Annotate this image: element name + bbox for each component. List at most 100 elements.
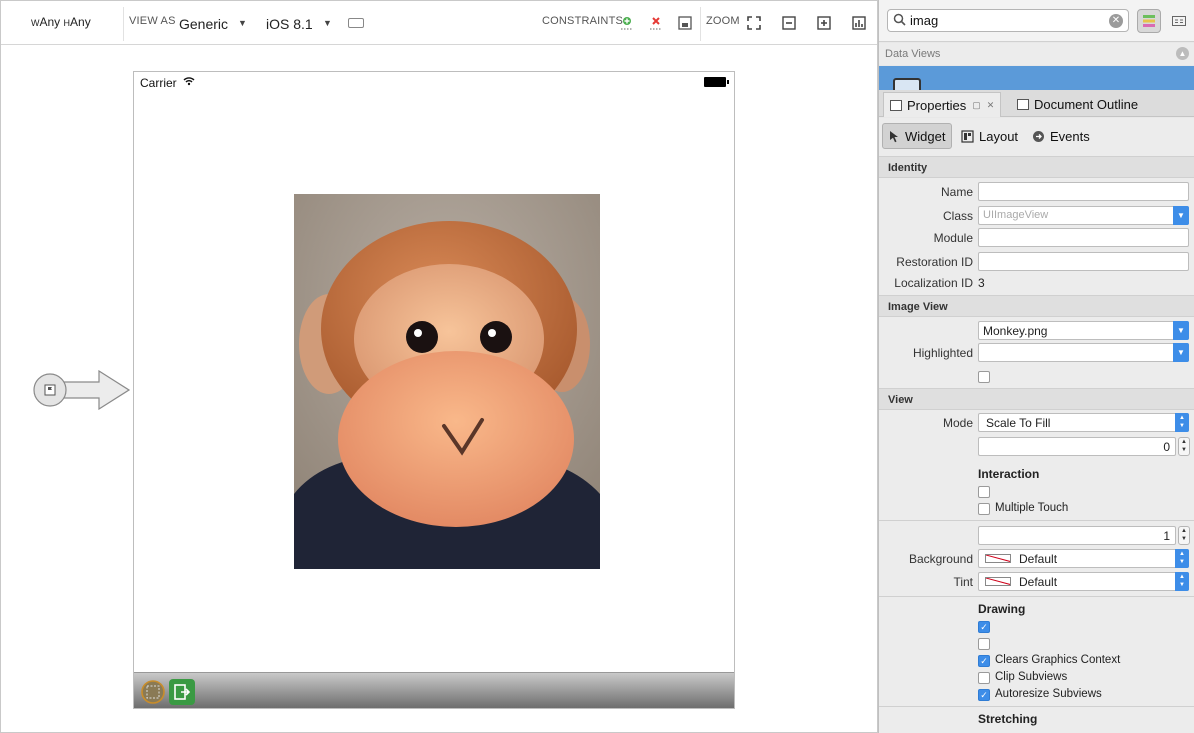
clip-subviews-checkbox[interactable] (978, 672, 990, 684)
clears-graphics-context-label: Clears Graphics Context (995, 654, 1121, 666)
device-selector[interactable]: Generic (179, 16, 228, 32)
tint-select[interactable]: Default ▲ ▼ (978, 572, 1189, 591)
alpha-stepper[interactable]: ▲ ▼ (1178, 526, 1190, 545)
autoresize-subviews-label: Autoresize Subviews (995, 688, 1102, 700)
orientation-icon[interactable] (348, 18, 364, 28)
tag-field[interactable]: 0 (978, 437, 1176, 456)
image-view-section-header[interactable]: Image View (879, 295, 1194, 317)
layout-icon (961, 129, 974, 143)
background-select[interactable]: Default ▲ ▼ (978, 549, 1189, 568)
divider (879, 520, 1194, 521)
image-combo[interactable]: Monkey.png ▼ (978, 321, 1189, 340)
alpha-field[interactable]: 1 (978, 526, 1176, 545)
layout-view-icon[interactable] (850, 14, 868, 32)
class-placeholder: UIImageView (983, 209, 1049, 221)
collapse-icon[interactable]: ▲ (1176, 47, 1189, 60)
tab-widget-label: Widget (905, 128, 946, 144)
updown-icon[interactable]: ▲ ▼ (1175, 549, 1189, 568)
stretching-label: Stretching (978, 712, 1038, 726)
properties-icon (890, 99, 902, 111)
module-field[interactable] (978, 228, 1189, 247)
autoresize-subviews-checkbox[interactable]: ✓ (978, 689, 990, 701)
ios-version-selector[interactable]: iOS 8.1 (266, 16, 313, 32)
name-field[interactable] (978, 182, 1189, 201)
data-views-label: Data Views (885, 48, 941, 60)
clears-graphics-context-checkbox[interactable]: ✓ (978, 655, 990, 667)
tab-events-label: Events (1050, 128, 1090, 144)
restoration-id-field[interactable] (978, 252, 1189, 271)
multiple-touch-checkbox[interactable] (978, 503, 990, 515)
zoom-fit-icon[interactable] (745, 14, 763, 32)
highlighted-checkbox[interactable] (978, 371, 990, 383)
battery-icon (704, 77, 729, 87)
toolbox-search-bar: ✕ (879, 0, 1194, 42)
update-frames-icon[interactable] (676, 14, 694, 32)
ios-version-dropdown-icon[interactable]: ▼ (323, 18, 332, 28)
interaction-label: Interaction (978, 467, 1040, 481)
close-pad-icon[interactable]: ✕ (987, 100, 995, 111)
localization-id-value: 3 (978, 276, 985, 290)
divider (879, 596, 1194, 597)
toolbox-search-box[interactable]: ✕ (887, 9, 1129, 32)
updown-icon[interactable]: ▲ ▼ (1175, 572, 1189, 591)
toolbar-divider (123, 7, 124, 41)
localization-id-label: Localization ID (894, 276, 973, 290)
toolbox-section-header[interactable]: Data Views ▲ (879, 43, 1194, 65)
clear-search-icon[interactable]: ✕ (1109, 14, 1123, 28)
zoom-in-icon[interactable] (815, 14, 833, 32)
cursor-icon (889, 130, 900, 143)
hidden-checkbox[interactable] (978, 638, 990, 650)
clip-subviews-label: Clip Subviews (995, 671, 1068, 683)
zoom-out-icon[interactable] (780, 14, 798, 32)
right-panel: ✕ Data Views ▲ Properties ▢ ✕ (878, 0, 1194, 733)
tint-value: Default (1019, 575, 1058, 589)
tab-properties-label: Properties (907, 97, 967, 113)
user-interaction-checkbox[interactable] (978, 486, 990, 498)
tab-layout[interactable]: Layout (955, 123, 1024, 149)
device-dropdown-icon[interactable]: ▼ (238, 18, 247, 28)
toolbox-item-image-view[interactable] (879, 66, 1194, 92)
list-view-toggle-icon[interactable] (1137, 9, 1161, 33)
view-controller-scene[interactable]: Carrier (133, 71, 735, 709)
updown-icon[interactable]: ▲ ▼ (1175, 413, 1189, 432)
view-section-header[interactable]: View (879, 388, 1194, 410)
highlighted-combo[interactable]: ▼ (978, 343, 1189, 362)
remove-constraints-icon[interactable] (647, 14, 665, 32)
panel-tabs: Properties ▢ ✕ Document Outline (879, 90, 1194, 117)
background-label: Background (908, 552, 973, 566)
grid-view-toggle-icon[interactable] (1167, 9, 1191, 33)
opaque-checkbox[interactable]: ✓ (978, 621, 990, 633)
toolbar-divider (700, 7, 701, 41)
color-swatch-icon (985, 554, 1011, 563)
view-as-label: VIEW AS (129, 15, 176, 27)
tab-layout-label: Layout (979, 128, 1019, 144)
tab-properties[interactable]: Properties ▢ ✕ (883, 92, 1002, 117)
add-constraints-icon[interactable] (618, 14, 636, 32)
size-class-selector[interactable]: WAny HAny (31, 15, 91, 29)
monkey-image-view[interactable] (294, 194, 600, 569)
constraints-label: CONSTRAINTS (542, 15, 624, 27)
tab-document-outline[interactable]: Document Outline (1011, 92, 1144, 117)
tint-label: Tint (953, 575, 973, 589)
tab-widget[interactable]: Widget (882, 123, 953, 149)
events-icon (1032, 130, 1045, 143)
exit-icon[interactable] (169, 679, 195, 705)
mode-value: Scale To Fill (986, 416, 1051, 430)
mode-select[interactable]: Scale To Fill ▲ ▼ (978, 413, 1189, 432)
chevron-down-icon[interactable]: ▼ (1173, 206, 1189, 225)
view-controller-icon[interactable] (140, 679, 166, 705)
tag-stepper[interactable]: ▲ ▼ (1178, 437, 1190, 456)
restoration-id-label: Restoration ID (896, 255, 973, 269)
chevron-down-icon[interactable]: ▼ (1173, 321, 1189, 340)
storyboard-entry-point[interactable] (33, 369, 131, 411)
storyboard-designer[interactable]: WAny HAny VIEW AS Generic ▼ iOS 8.1 ▼ CO… (0, 0, 878, 733)
tab-document-outline-label: Document Outline (1034, 97, 1139, 112)
minimize-pad-icon[interactable]: ▢ (972, 100, 981, 111)
class-combo[interactable]: UIImageView ▼ (978, 206, 1189, 225)
multiple-touch-label: Multiple Touch (995, 502, 1069, 514)
tab-events[interactable]: Events (1026, 123, 1096, 149)
search-input[interactable] (910, 12, 1106, 29)
identity-section-header[interactable]: Identity (879, 156, 1194, 178)
class-label: Class (942, 209, 973, 223)
chevron-down-icon[interactable]: ▼ (1173, 343, 1189, 362)
